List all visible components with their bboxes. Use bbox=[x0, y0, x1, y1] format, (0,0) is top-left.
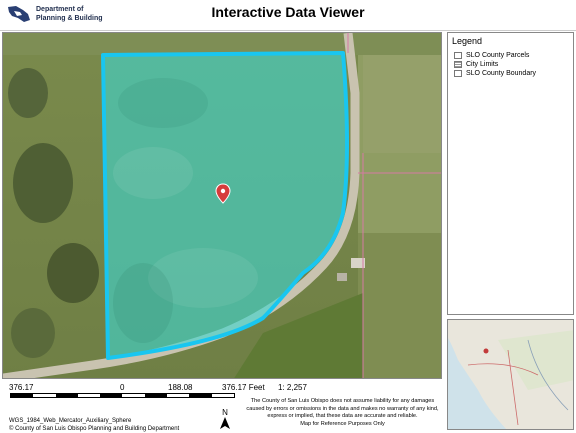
scale-label-left: 376.17 bbox=[9, 383, 34, 392]
projection-text: WGS_1984_Web_Mercator_Auxiliary_Sphere bbox=[9, 418, 132, 424]
disclaimer-line: caused by errors or omissions in the dat… bbox=[246, 405, 439, 412]
header: Department of Planning & Building Intera… bbox=[0, 0, 576, 31]
overview-map-image bbox=[448, 320, 573, 429]
disclaimer-line: The County of San Luis Obispo does not a… bbox=[250, 398, 435, 404]
map-credits: WGS_1984_Web_Mercator_Auxiliary_Sphere ©… bbox=[9, 417, 179, 433]
scale-label-zero: 0 bbox=[120, 383, 125, 392]
scale-bar bbox=[10, 393, 235, 398]
legend-panel: Legend SLO County Parcels City Limits SL… bbox=[447, 32, 574, 315]
legend-item-parcels: SLO County Parcels bbox=[454, 52, 569, 59]
page-title: Interactive Data Viewer bbox=[211, 4, 365, 20]
city-limits-swatch bbox=[454, 61, 462, 68]
disclaimer-text: The County of San Luis Obispo does not a… bbox=[240, 398, 445, 428]
map-view[interactable] bbox=[2, 32, 442, 379]
north-arrow-icon: N bbox=[220, 408, 230, 429]
overview-map[interactable] bbox=[447, 319, 574, 430]
legend-item-label: SLO County Boundary bbox=[466, 70, 537, 77]
legend-title: Legend bbox=[452, 36, 483, 46]
parcels-swatch bbox=[454, 52, 462, 59]
north-label: N bbox=[222, 408, 228, 417]
scale-ratio: 1: 2,257 bbox=[278, 383, 307, 392]
county-boundary-swatch bbox=[454, 70, 462, 77]
disclaimer-line: Map for Reference Purposes Only bbox=[300, 420, 385, 427]
legend-item-county-boundary: SLO County Boundary bbox=[454, 70, 569, 77]
legend-item-label: City Limits bbox=[466, 61, 499, 68]
scale-label-mid: 188.08 bbox=[168, 383, 193, 392]
overview-location-marker-icon bbox=[483, 348, 489, 354]
disclaimer-line: express or implied, that these data are … bbox=[267, 413, 418, 420]
aerial-map[interactable] bbox=[3, 33, 442, 379]
map-footer: 376.17 0 188.08 376.17 Feet 1: 2,257 WGS… bbox=[0, 381, 445, 432]
legend-item-city-limits: City Limits bbox=[454, 61, 569, 68]
scale-label-right: 376.17 Feet bbox=[222, 383, 265, 392]
legend-item-label: SLO County Parcels bbox=[466, 52, 530, 59]
